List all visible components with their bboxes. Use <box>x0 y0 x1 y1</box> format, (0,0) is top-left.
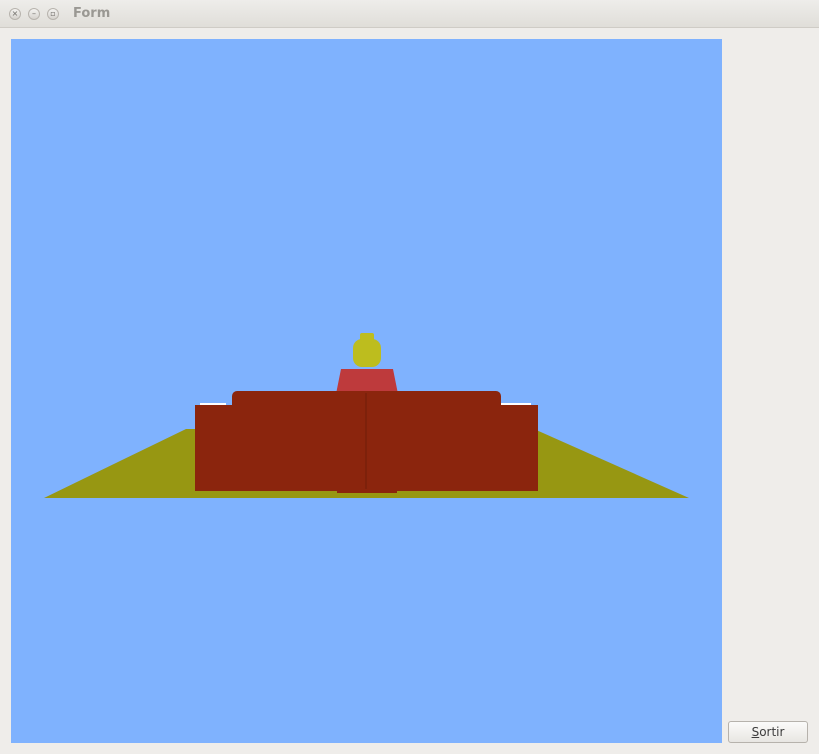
application-window: × – ▫ Form Sortir <box>0 0 819 754</box>
title-bar[interactable]: × – ▫ Form <box>0 0 819 28</box>
figure-head <box>353 339 381 367</box>
quit-button[interactable]: Sortir <box>728 721 808 743</box>
window-title: Form <box>73 6 111 21</box>
maximize-window-button[interactable]: ▫ <box>47 8 59 20</box>
quit-button-label: ortir <box>759 725 785 739</box>
close-window-button[interactable]: × <box>9 8 21 20</box>
scene-render <box>11 39 722 743</box>
3d-viewport[interactable] <box>11 39 722 743</box>
minimize-window-button[interactable]: – <box>28 8 40 20</box>
